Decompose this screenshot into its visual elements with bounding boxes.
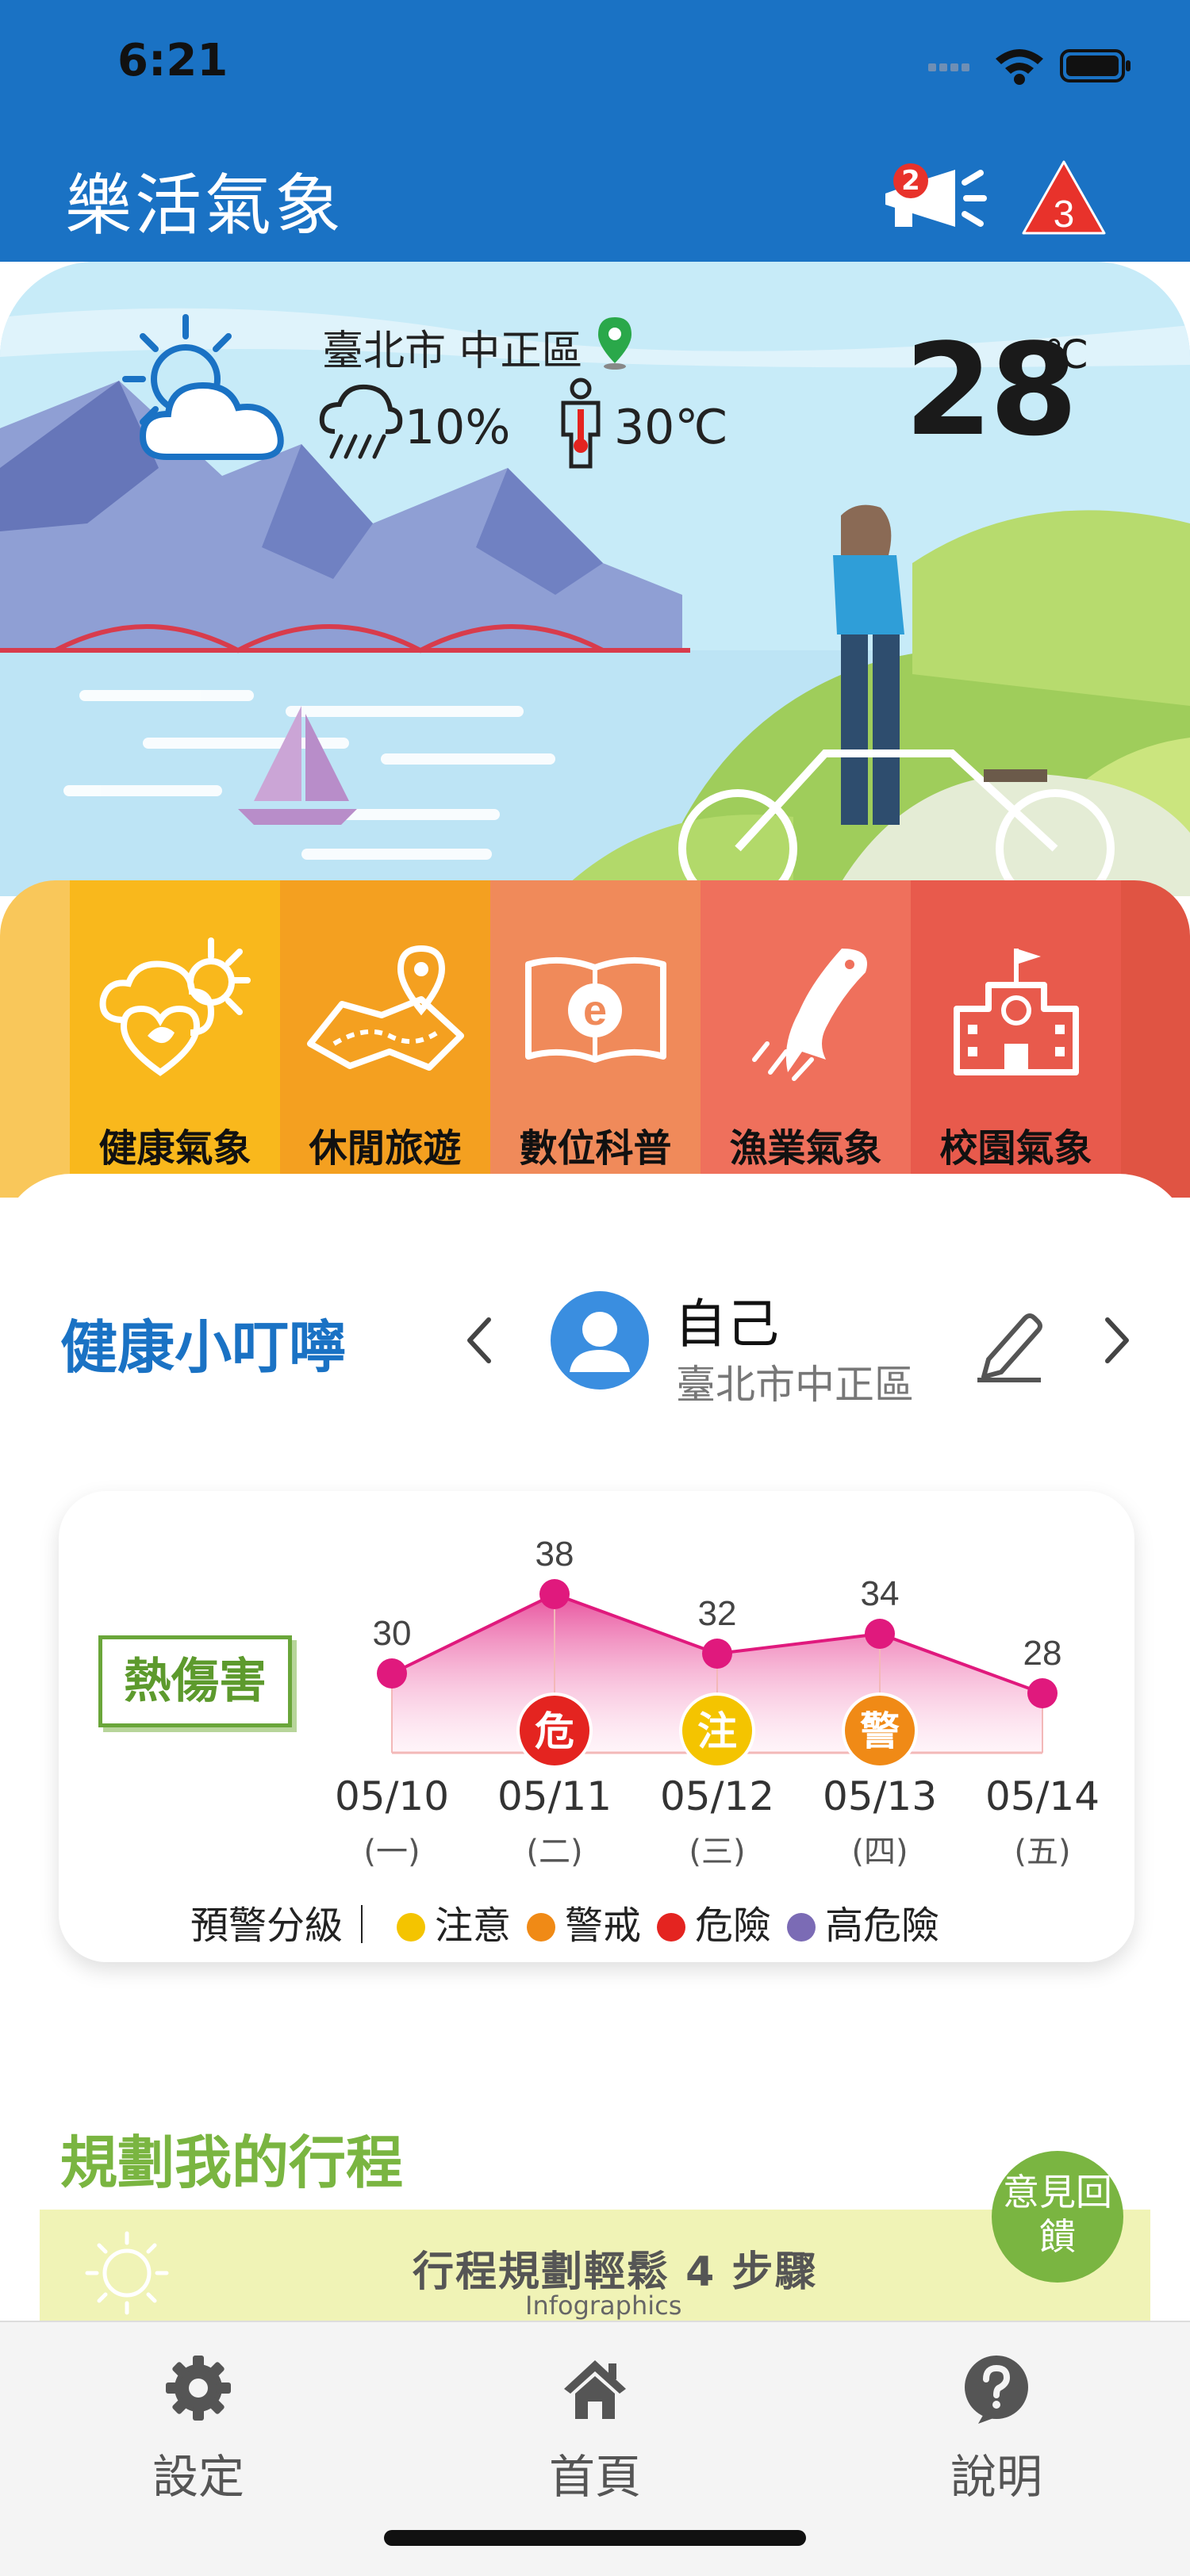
category-digital-science[interactable]: e 數位科普 — [490, 880, 701, 1198]
chart-title: 熱傷害 — [98, 1635, 292, 1727]
data-point — [702, 1639, 732, 1669]
data-point — [1027, 1678, 1058, 1708]
megaphone-icon[interactable] — [877, 159, 988, 238]
avatar[interactable] — [551, 1291, 649, 1390]
category-health-weather[interactable]: 健康氣象 — [70, 880, 280, 1198]
legend-dot — [397, 1913, 426, 1942]
legend-label: 預警分級｜ — [190, 1903, 382, 1948]
alert-triangle-icon[interactable]: 3 — [1020, 159, 1107, 238]
tab-label: 說明 — [950, 2450, 1042, 2504]
x-tick-date: 05/14 — [985, 1773, 1100, 1819]
chevron-right-icon[interactable] — [1096, 1309, 1136, 1372]
x-tick-weekday: (三) — [689, 1834, 746, 1870]
data-point — [377, 1658, 407, 1689]
warning-badge-text: 注 — [697, 1708, 737, 1754]
x-tick-date: 05/10 — [334, 1773, 450, 1819]
tab-settings[interactable]: 設定 — [103, 2352, 294, 2506]
current-location[interactable]: 臺北市 中正區 — [322, 317, 583, 377]
health-tips-title: 健康小叮嚀 — [60, 1314, 347, 1381]
rain-probability: 10% — [405, 400, 511, 455]
warning-badge-text: 危 — [535, 1708, 574, 1754]
status-icons — [928, 49, 1130, 85]
legend-item: 注意 — [435, 1903, 512, 1948]
home-indicator — [384, 2530, 806, 2546]
notification-badge: 2 — [893, 163, 928, 198]
category-label: 休閒旅遊 — [309, 1126, 462, 1171]
status-time: 6:21 — [117, 35, 228, 86]
x-tick-date: 05/11 — [497, 1773, 612, 1819]
app-title: 樂活氣象 — [65, 167, 345, 244]
data-label: 38 — [536, 1535, 574, 1574]
x-tick-weekday: (五) — [1014, 1834, 1071, 1870]
legend-item: 警戒 — [565, 1903, 642, 1948]
category-edge-right — [1121, 880, 1190, 1198]
plan-trip-title: 規劃我的行程 — [60, 2129, 404, 2196]
x-tick-weekday: (一) — [363, 1834, 420, 1870]
body-thermometer-icon — [561, 378, 601, 469]
signal-icon — [928, 63, 969, 71]
svg-text:e: e — [582, 987, 606, 1034]
infographic-subtitle: Infographics — [525, 2290, 682, 2321]
category-label: 校園氣象 — [939, 1126, 1092, 1171]
data-label: 34 — [861, 1574, 900, 1613]
map-pin-icon — [306, 945, 464, 1071]
tab-label: 設定 — [152, 2450, 244, 2504]
temperature-unit: ℃ — [1044, 332, 1089, 378]
sun-cloud-heart-icon — [99, 937, 251, 1076]
category-leisure-travel[interactable]: 休閒旅遊 — [280, 880, 490, 1198]
x-tick-date: 05/13 — [822, 1773, 938, 1819]
infographic-title: 行程規劃輕鬆 4 步驟 — [413, 2248, 818, 2296]
tab-help[interactable]: 說明 — [901, 2352, 1092, 2506]
school-icon — [953, 949, 1079, 1075]
location-pin-icon[interactable] — [595, 314, 635, 371]
x-tick-date: 05/12 — [659, 1773, 775, 1819]
category-campus-weather[interactable]: 校園氣象 — [911, 880, 1121, 1198]
data-label: 28 — [1023, 1634, 1062, 1673]
legend-dot — [527, 1913, 556, 1942]
legend-item: 危險 — [695, 1903, 772, 1948]
fish-icon — [751, 949, 867, 1081]
person-location: 臺北市中正區 — [676, 1362, 914, 1408]
legend-dot — [787, 1913, 816, 1942]
gear-icon — [166, 2356, 231, 2421]
feels-like-temperature: 30℃ — [614, 400, 728, 455]
category-label: 數位科普 — [519, 1126, 672, 1171]
category-label: 健康氣象 — [98, 1126, 251, 1171]
home-icon — [564, 2360, 626, 2419]
tab-label: 首頁 — [548, 2450, 641, 2504]
warning-badge-text: 警 — [860, 1708, 900, 1754]
person-name: 自己 — [674, 1294, 779, 1355]
legend-item: 高危險 — [825, 1903, 940, 1948]
data-label: 30 — [373, 1614, 412, 1653]
data-point — [539, 1579, 570, 1609]
tab-home[interactable]: 首頁 — [500, 2352, 690, 2506]
wifi-icon — [996, 49, 1043, 85]
battery-icon — [1060, 49, 1130, 82]
help-icon — [965, 2356, 1028, 2424]
edit-pencil-icon[interactable] — [973, 1304, 1046, 1383]
data-label: 32 — [698, 1594, 737, 1633]
x-tick-weekday: (四) — [851, 1834, 908, 1870]
data-point — [865, 1619, 895, 1649]
warning-legend: 預警分級｜ 注意 警戒 危險 高危險 — [190, 1894, 939, 1949]
x-tick-weekday: (二) — [526, 1834, 583, 1870]
category-menu: 健康氣象 休閒旅遊 e 數位科普 漁業氣象 校園氣象 — [0, 880, 1190, 1198]
legend-dot — [657, 1913, 686, 1942]
alert-count: 3 — [1054, 194, 1075, 236]
partly-cloudy-icon — [122, 314, 284, 460]
user-icon — [570, 1312, 630, 1372]
category-fishery-weather[interactable]: 漁業氣象 — [701, 880, 911, 1198]
rain-cloud-icon — [319, 384, 403, 459]
feedback-button[interactable]: 意見回饋 — [992, 2151, 1123, 2283]
category-label: 漁業氣象 — [729, 1126, 882, 1171]
category-edge-left — [0, 880, 70, 1198]
e-book-icon: e — [524, 956, 666, 1063]
chevron-left-icon[interactable] — [460, 1309, 500, 1372]
